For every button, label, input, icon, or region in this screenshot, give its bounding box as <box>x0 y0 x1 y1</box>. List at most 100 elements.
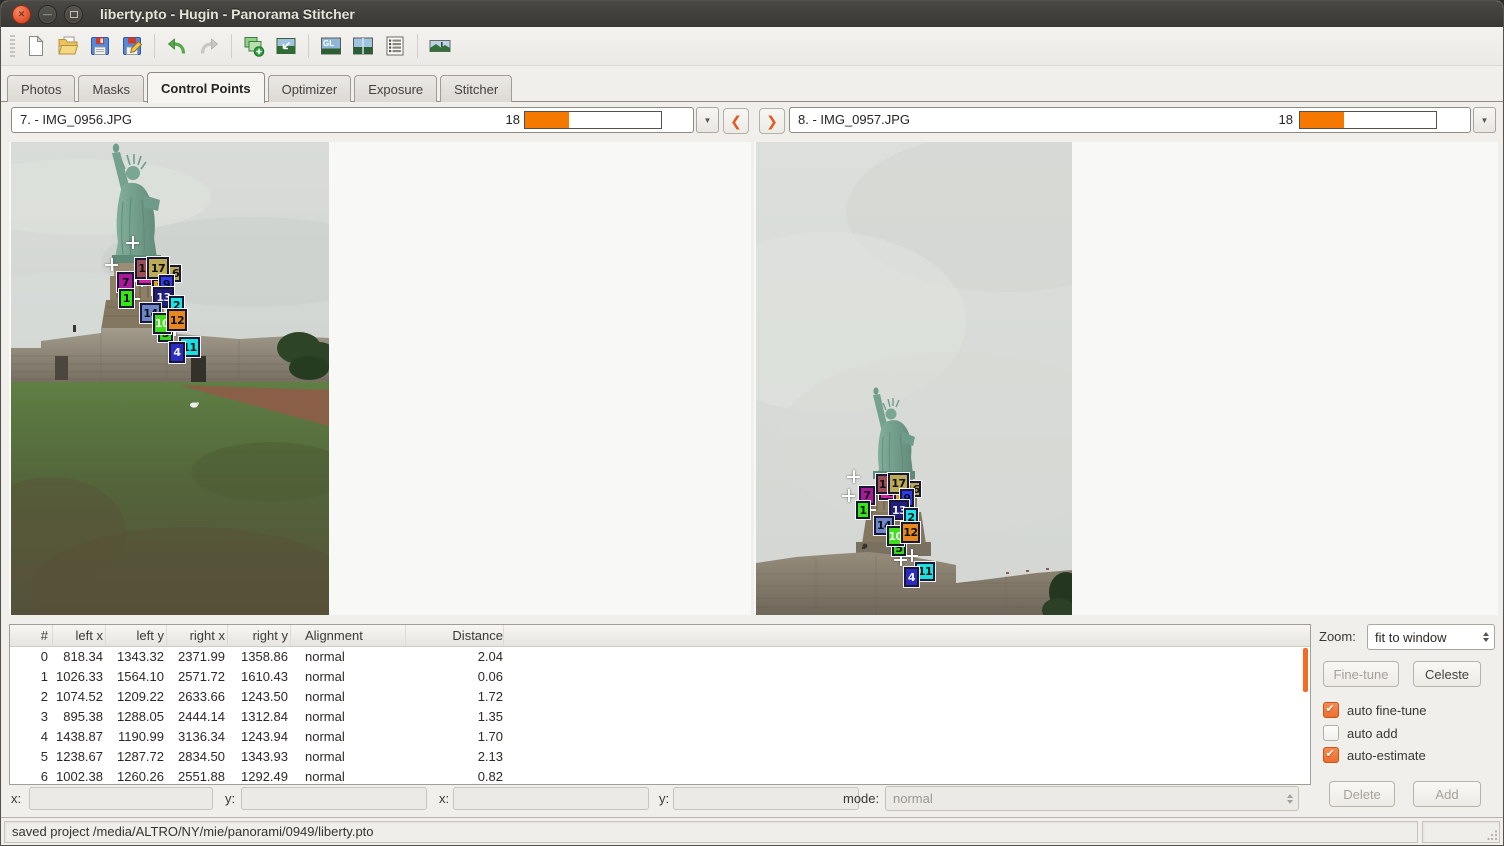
right-x-input[interactable] <box>453 787 649 810</box>
title-bar[interactable]: ✕ — liberty.pto - Hugin - Panorama Stitc… <box>1 1 1503 27</box>
next-pair-button[interactable]: ❯ <box>759 108 785 134</box>
preview-panes-icon <box>351 34 375 58</box>
tab-photos[interactable]: Photos <box>7 75 75 102</box>
cp-crosshair[interactable] <box>905 549 918 562</box>
cp-table-row[interactable]: 11026.331564.102571.721610.43normal0.06 <box>10 667 1310 687</box>
combo-arrows-icon <box>1478 632 1494 642</box>
cp-table-row[interactable]: 51238.671287.722834.501343.93normal2.13 <box>10 747 1310 767</box>
toolbar-separator <box>417 34 418 58</box>
tab-optimizer[interactable]: Optimizer <box>268 75 352 102</box>
left-image-combobox[interactable]: 7. - IMG_0956.JPG 18 <box>11 107 694 133</box>
toolbar-grip[interactable] <box>10 35 15 57</box>
minimize-button[interactable]: — <box>38 5 57 24</box>
cp-cell: 1564.10 <box>106 667 167 687</box>
celeste-button[interactable]: Celeste <box>1413 661 1481 687</box>
save-floppy-icon <box>88 34 112 58</box>
open-folder-icon <box>56 34 80 58</box>
gl-preview-button[interactable]: GL <box>316 31 346 61</box>
left-image-selector: 7. - IMG_0956.JPG 18 ▼ <box>11 107 719 133</box>
cp-cell: 0.82 <box>406 767 504 785</box>
right-image-filename: 8. - IMG_0957.JPG <box>798 108 910 132</box>
cp-crosshair[interactable] <box>842 489 855 502</box>
panorama-icon <box>428 34 452 58</box>
delete-button[interactable]: Delete <box>1329 781 1395 807</box>
cp-table-row[interactable]: 41438.871190.993136.341243.94normal1.70 <box>10 727 1310 747</box>
save-project-button[interactable] <box>85 31 115 61</box>
cp-cell: normal <box>305 667 406 687</box>
checkbox-auto-add[interactable] <box>1323 725 1339 741</box>
redo-button[interactable] <box>194 31 224 61</box>
add-images-button[interactable] <box>239 31 269 61</box>
show-cp-table-button[interactable] <box>380 31 410 61</box>
tab-bar: PhotosMasksControl PointsOptimizerExposu… <box>1 65 1503 102</box>
checkbox-auto-fine-tune[interactable] <box>1323 702 1339 718</box>
cp-table-row[interactable]: 61002.381260.262551.881292.49normal0.82 <box>10 767 1310 785</box>
cp-cell: 1312.84 <box>228 707 291 727</box>
right-image-dropdown-button[interactable]: ▼ <box>1473 107 1496 133</box>
right-image-selector: 8. - IMG_0957.JPG 18 ▼ <box>789 107 1496 133</box>
tab-exposure[interactable]: Exposure <box>354 75 437 102</box>
right-image-pane: 168351517791132141012114 <box>754 142 1498 615</box>
col-header-right-y[interactable]: right y <box>228 625 291 646</box>
cp-cell: normal <box>305 647 406 667</box>
cp-table-row[interactable]: 3895.381288.052444.141312.84normal1.35 <box>10 707 1310 727</box>
cp-table-row[interactable]: 21074.521209.222633.661243.50normal1.72 <box>10 687 1310 707</box>
undo-button[interactable] <box>162 31 192 61</box>
zoom-combobox[interactable]: fit to window <box>1367 624 1495 650</box>
cp-marker-1[interactable]: 1 <box>119 289 134 308</box>
add-time-series-button[interactable] <box>271 31 301 61</box>
left-image-dropdown-button[interactable]: ▼ <box>696 107 719 133</box>
cp-marker-1[interactable]: 1 <box>856 501 870 519</box>
redo-arrow-icon <box>197 34 221 58</box>
maximize-button[interactable] <box>64 5 83 24</box>
cp-crosshair[interactable] <box>847 470 860 483</box>
list-icon <box>383 34 407 58</box>
col-header-alignment[interactable]: Alignment <box>305 625 406 646</box>
cp-crosshair[interactable] <box>126 236 139 249</box>
open-project-button[interactable] <box>53 31 83 61</box>
col-header-left-y[interactable]: left y <box>106 625 167 646</box>
toolbar-separator <box>231 34 232 58</box>
status-bar: saved project /media/ALTRO/NY/mie/panora… <box>1 817 1503 845</box>
tab-stitcher[interactable]: Stitcher <box>440 75 512 102</box>
new-document-icon <box>24 34 48 58</box>
fine-tune-button[interactable]: Fine-tune <box>1323 661 1399 687</box>
add-button[interactable]: Add <box>1413 781 1481 807</box>
save-project-as-button[interactable] <box>117 31 147 61</box>
previous-pair-button[interactable]: ❮ <box>723 108 749 134</box>
col-header-right-x[interactable]: right x <box>167 625 228 646</box>
cp-marker-12[interactable]: 12 <box>167 309 187 331</box>
checkbox-auto-estimate[interactable] <box>1323 747 1339 763</box>
cp-marker-4[interactable]: 4 <box>904 567 919 587</box>
col-header-distance[interactable]: Distance <box>406 625 504 646</box>
fast-preview-button[interactable] <box>348 31 378 61</box>
right-image-canvas[interactable]: 168351517791132141012114 <box>756 142 1072 615</box>
toolbar-separator <box>308 34 309 58</box>
tab-control-points[interactable]: Control Points <box>147 72 265 103</box>
right-x-label: x: <box>439 791 449 806</box>
close-button[interactable]: ✕ <box>12 5 31 24</box>
cp-crosshair[interactable] <box>105 258 118 271</box>
cp-marker-4[interactable]: 4 <box>169 342 185 363</box>
control-point-table[interactable]: #left xleft yright xright y AlignmentDist… <box>9 624 1311 785</box>
left-image-canvas[interactable]: 168351517791132141012114 <box>11 142 329 615</box>
cp-table-row[interactable]: 0818.341343.322371.991358.86normal2.04 <box>10 647 1310 667</box>
right-y-input[interactable] <box>673 787 859 810</box>
col-header-num[interactable]: # <box>10 625 53 646</box>
col-header-left-x[interactable]: left x <box>53 625 106 646</box>
left-cp-count: 18 <box>506 108 520 132</box>
right-image-combobox[interactable]: 8. - IMG_0957.JPG 18 <box>789 107 1471 133</box>
mode-combobox[interactable]: normal <box>885 786 1299 811</box>
table-scrollbar-thumb[interactable] <box>1303 648 1308 692</box>
cp-cell: 895.38 <box>53 707 106 727</box>
tab-masks[interactable]: Masks <box>78 75 144 102</box>
mode-value: normal <box>886 791 1282 806</box>
cp-cell: 1358.86 <box>228 647 291 667</box>
cp-marker-12[interactable]: 12 <box>901 522 920 543</box>
new-project-button[interactable] <box>21 31 51 61</box>
left-x-input[interactable] <box>29 787 213 810</box>
preview-panorama-button[interactable] <box>425 31 455 61</box>
svg-text:GL: GL <box>323 39 334 48</box>
left-y-input[interactable] <box>241 787 427 810</box>
resize-grip-icon[interactable] <box>1487 830 1498 841</box>
